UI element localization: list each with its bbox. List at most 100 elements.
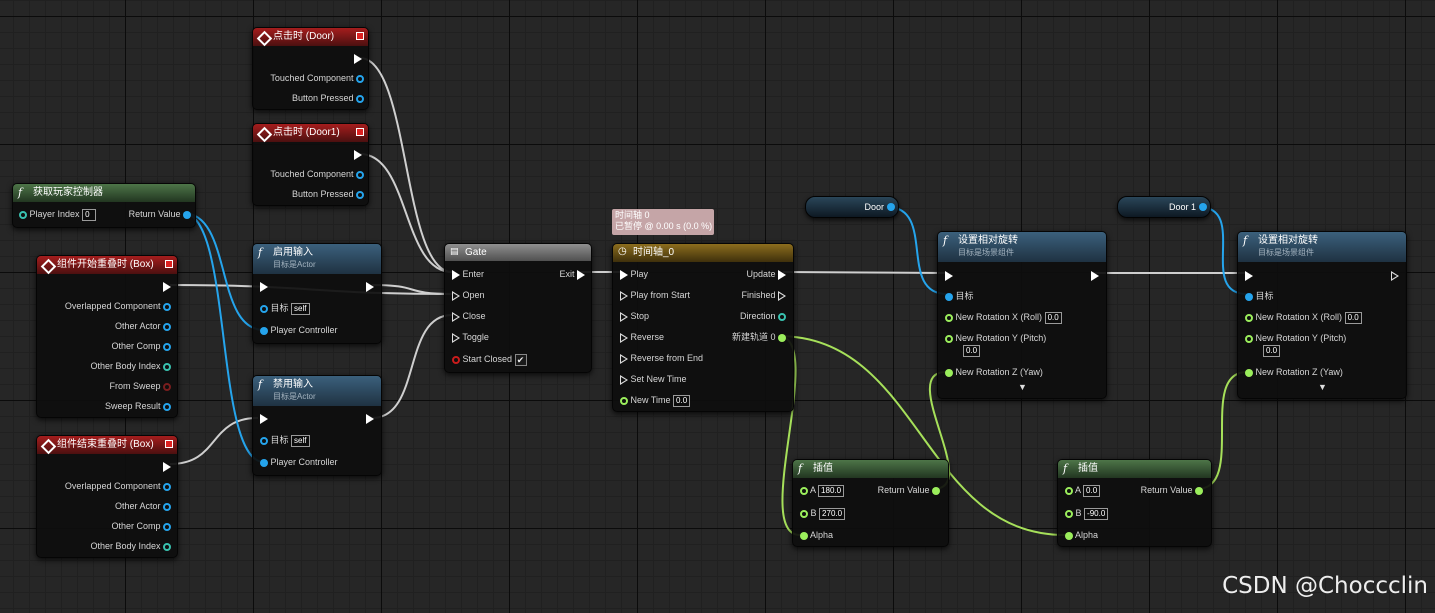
pin-return-value[interactable]: Return Value (878, 484, 940, 496)
pin-player-index[interactable]: Player Index 0 (19, 208, 97, 221)
pin-player-controller[interactable]: Player Controller (260, 456, 338, 468)
pin-overlapped-component[interactable]: Overlapped Component (65, 300, 171, 312)
exec-out-pin[interactable] (366, 280, 374, 292)
a-field[interactable]: 180.0 (818, 484, 845, 497)
pin-from-sweep[interactable]: From Sweep (109, 380, 171, 392)
exec-out-pin[interactable] (354, 52, 362, 64)
pin-other-comp[interactable]: Other Comp (111, 340, 171, 352)
roll-field[interactable]: 0.0 (1044, 311, 1062, 324)
pin-b[interactable]: B 270.0 (800, 507, 846, 520)
exec-out-pin[interactable] (1391, 269, 1399, 281)
pin-other-actor[interactable]: Other Actor (115, 320, 171, 332)
pin-b[interactable]: B -90.0 (1065, 507, 1109, 520)
new-time-field[interactable]: 0.0 (673, 394, 691, 407)
function-node-set-relative-rotation-2[interactable]: f 设置相对旋转 目标是场景组件 目标 New Rotation X (Roll… (1237, 231, 1407, 399)
event-node-overlap-end[interactable]: 组件结束重叠时 (Box) Overlapped Component Other… (36, 435, 178, 558)
pin-touched-component[interactable]: Touched Component (270, 168, 364, 180)
a-field[interactable]: 0.0 (1083, 484, 1101, 497)
pin-start-closed[interactable]: Start Closed ✔ (452, 353, 527, 366)
expand-arrow-icon[interactable]: ▼ (1018, 382, 1027, 392)
macro-node-gate[interactable]: ▤ Gate Enter Exit Open Close Toggle Star… (444, 243, 592, 373)
expand-arrow-icon[interactable]: ▼ (1318, 382, 1327, 392)
pin-direction[interactable]: Direction (740, 310, 786, 322)
pin-set-new-time[interactable]: Set New Time (620, 373, 687, 385)
pin-a[interactable]: A 180.0 (800, 484, 845, 497)
pin-new-rotation-yaw[interactable]: New Rotation Z (Yaw) (1245, 366, 1343, 378)
variable-node-door[interactable]: Door (805, 196, 899, 218)
pin-enter[interactable]: Enter (452, 268, 484, 280)
pin-return-value[interactable]: Return Value (1141, 484, 1203, 496)
pin-a[interactable]: A 0.0 (1065, 484, 1101, 497)
pin-sweep-result[interactable]: Sweep Result (105, 400, 171, 412)
pin-finished[interactable]: Finished (741, 289, 786, 301)
exec-in-pin[interactable] (1245, 269, 1253, 281)
delegate-pin[interactable] (356, 128, 364, 136)
pin-play-from-start[interactable]: Play from Start (620, 289, 690, 301)
pin-update[interactable]: Update (746, 268, 786, 280)
function-node-lerp-2[interactable]: f 插值 A 0.0 B -90.0 Alpha Return Value (1057, 459, 1212, 547)
timeline-node[interactable]: ◷ 时间轴_0 Play Play from Start Stop Revers… (612, 243, 794, 412)
event-node-overlap-begin[interactable]: 组件开始重叠时 (Box) Overlapped Component Other… (36, 255, 178, 418)
pin-exit[interactable]: Exit (559, 268, 585, 280)
pin-new-rotation-roll[interactable]: New Rotation X (Roll) 0.0 (945, 311, 1062, 324)
variable-node-door1[interactable]: Door 1 (1117, 196, 1211, 218)
pin-target[interactable]: 目标 (945, 290, 974, 302)
pin-reverse-from-end[interactable]: Reverse from End (620, 352, 703, 364)
pin-target[interactable]: 目标 self (260, 434, 310, 447)
pin-player-controller[interactable]: Player Controller (260, 324, 338, 336)
exec-out-pin[interactable] (366, 412, 374, 424)
pin-new-rotation-roll[interactable]: New Rotation X (Roll) 0.0 (1245, 311, 1362, 324)
start-closed-checkbox[interactable]: ✔ (514, 353, 527, 366)
variable-out-pin[interactable] (887, 203, 895, 211)
b-field[interactable]: 270.0 (819, 507, 846, 520)
pin-touched-component[interactable]: Touched Component (270, 72, 364, 84)
pin-alpha[interactable]: Alpha (800, 529, 833, 541)
pin-new-rotation-pitch[interactable]: New Rotation Y (Pitch) (1245, 332, 1346, 344)
function-node-set-relative-rotation-1[interactable]: f 设置相对旋转 目标是场景组件 目标 New Rotation X (Roll… (937, 231, 1107, 399)
pin-overlapped-component[interactable]: Overlapped Component (65, 480, 171, 492)
pin-play[interactable]: Play (620, 268, 648, 280)
pin-button-pressed[interactable]: Button Pressed (292, 92, 364, 104)
pin-new-time[interactable]: New Time 0.0 (620, 394, 691, 407)
pin-return-value[interactable]: Return Value (129, 208, 191, 220)
delegate-pin[interactable] (356, 32, 364, 40)
exec-out-pin[interactable] (163, 280, 171, 292)
pin-other-comp[interactable]: Other Comp (111, 520, 171, 532)
exec-out-pin[interactable] (163, 460, 171, 472)
pin-alpha[interactable]: Alpha (1065, 529, 1098, 541)
function-node-disable-input[interactable]: f 禁用输入 目标是Actor 目标 self Player Controlle… (252, 375, 382, 476)
pin-reverse[interactable]: Reverse (620, 331, 664, 343)
pitch-field[interactable]: 0.0 (963, 344, 981, 357)
pin-other-body-index[interactable]: Other Body Index (90, 540, 171, 552)
function-node-lerp-1[interactable]: f 插值 A 180.0 B 270.0 Alpha Return Value (792, 459, 949, 547)
exec-out-pin[interactable] (354, 148, 362, 160)
exec-out-pin[interactable] (1091, 269, 1099, 281)
event-node-click-door1[interactable]: 点击时 (Door1) Touched Component Button Pre… (252, 123, 369, 206)
variable-out-pin[interactable] (1199, 203, 1207, 211)
exec-in-pin[interactable] (945, 269, 953, 281)
pin-toggle[interactable]: Toggle (452, 331, 489, 343)
pin-new-rotation-yaw[interactable]: New Rotation Z (Yaw) (945, 366, 1043, 378)
pin-button-pressed[interactable]: Button Pressed (292, 188, 364, 200)
pin-new-track-0[interactable]: 新建轨道 0 (732, 331, 786, 343)
pin-open[interactable]: Open (452, 289, 485, 301)
pin-other-body-index[interactable]: Other Body Index (90, 360, 171, 372)
exec-in-pin[interactable] (260, 280, 268, 292)
b-field[interactable]: -90.0 (1084, 507, 1109, 520)
pin-stop[interactable]: Stop (620, 310, 649, 322)
pitch-field[interactable]: 0.0 (1263, 344, 1281, 357)
function-node-get-player-controller[interactable]: f 获取玩家控制器 Player Index 0 Return Value (12, 183, 196, 228)
pin-new-rotation-pitch[interactable]: New Rotation Y (Pitch) (945, 332, 1046, 344)
player-index-field[interactable]: 0 (82, 208, 97, 221)
delegate-pin[interactable] (165, 440, 173, 448)
function-node-enable-input[interactable]: f 启用输入 目标是Actor 目标 self Player Controlle… (252, 243, 382, 344)
delegate-pin[interactable] (165, 260, 173, 268)
event-node-click-door[interactable]: 点击时 (Door) Touched Component Button Pres… (252, 27, 369, 110)
pin-target[interactable]: 目标 (1245, 290, 1274, 302)
pin-target[interactable]: 目标 self (260, 302, 310, 315)
roll-field[interactable]: 0.0 (1344, 311, 1362, 324)
pin-close[interactable]: Close (452, 310, 486, 322)
pin-other-actor[interactable]: Other Actor (115, 500, 171, 512)
exec-in-pin[interactable] (260, 412, 268, 424)
event-icon (256, 126, 273, 143)
